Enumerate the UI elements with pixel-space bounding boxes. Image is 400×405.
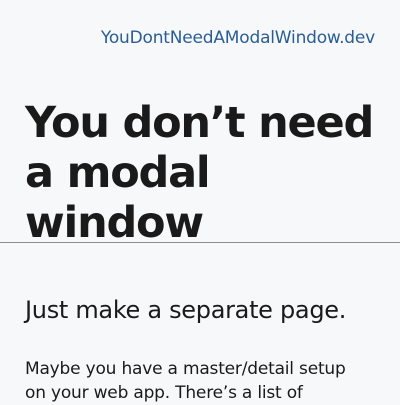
page-title: You don’t need a modal window [25,98,374,248]
divider [0,242,400,243]
intro-paragraph: Maybe you have a master/detail setup on … [25,359,346,403]
site-link[interactable]: YouDontNeedAModalWindow.dev [101,27,375,49]
page-subtitle: Just make a separate page. [25,296,347,324]
